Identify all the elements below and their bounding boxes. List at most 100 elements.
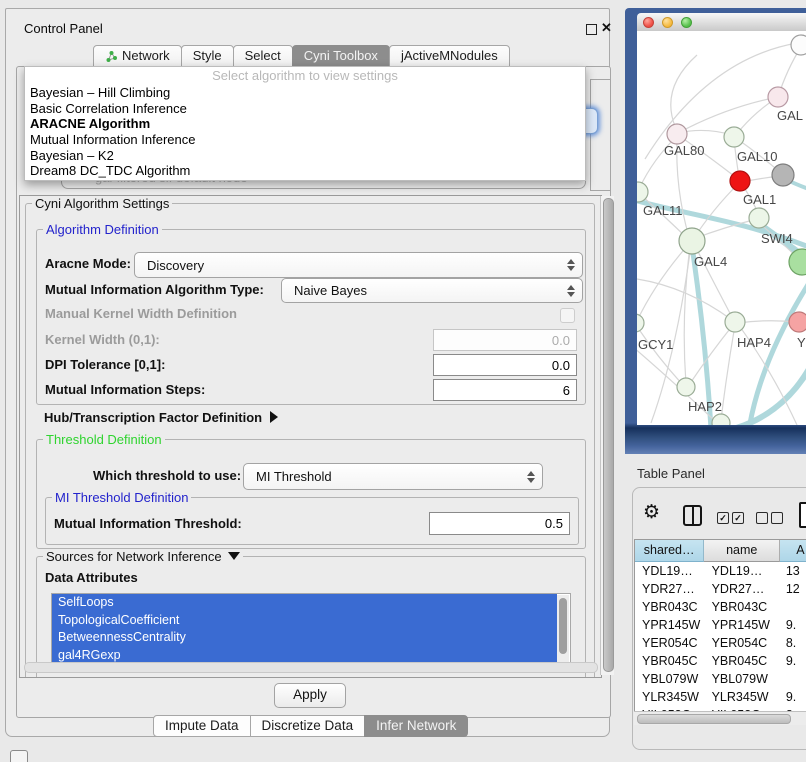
- attribute-item[interactable]: TopologicalCoefficient: [52, 612, 557, 630]
- tab-select[interactable]: Select: [233, 45, 293, 67]
- table-row[interactable]: YER054CYER054C8.: [635, 634, 806, 652]
- node-label: GAL: [777, 108, 803, 123]
- network-node-hap2[interactable]: [677, 378, 695, 396]
- algorithm-definition-group: Algorithm Definition Aracne Mode: Discov…: [36, 229, 586, 405]
- attribute-item[interactable]: SelfLoops: [52, 594, 557, 612]
- unchecked-box-icon[interactable]: [756, 512, 768, 524]
- network-node-gal[interactable]: [768, 87, 788, 107]
- bottom-tab-discretize-data[interactable]: Discretize Data: [250, 715, 366, 737]
- algorithm-option[interactable]: Basic Correlation Inference: [25, 101, 585, 117]
- tab-label: Network: [122, 46, 170, 66]
- data-attributes-list[interactable]: SelfLoopsTopologicalCoefficientBetweenne…: [51, 593, 571, 673]
- tab-label: Cyni Toolbox: [304, 46, 378, 66]
- table-cell: YDL19…: [635, 562, 705, 580]
- tab-jactivemnodules[interactable]: jActiveMNodules: [389, 45, 510, 67]
- close-icon[interactable]: ✕: [601, 20, 612, 36]
- threshold-definition-group: Threshold Definition Which threshold to …: [36, 439, 586, 549]
- minimize-traffic-icon[interactable]: [662, 17, 673, 28]
- network-node-gal1[interactable]: [730, 171, 750, 191]
- which-threshold-combo[interactable]: MI Threshold: [243, 463, 543, 490]
- table-row[interactable]: YDR27…YDR27…12: [635, 580, 806, 598]
- column-header[interactable]: A: [780, 540, 806, 562]
- table-row[interactable]: YBR043CYBR043C: [635, 598, 806, 616]
- unchecked-box-icon[interactable]: [771, 512, 783, 524]
- mi-threshold-field[interactable]: [429, 512, 570, 535]
- table-row[interactable]: YLR345WYLR345W9.: [635, 688, 806, 706]
- node-label: SWI4: [761, 231, 793, 246]
- table-cell: 8.: [781, 634, 806, 652]
- table-cell: 9.: [781, 688, 806, 706]
- dpi-tolerance-label: DPI Tolerance [0,1]:: [45, 354, 165, 376]
- checked-box-icon[interactable]: ✓: [717, 512, 729, 524]
- bottom-tab-infer-network[interactable]: Infer Network: [364, 715, 468, 737]
- manual-kernel-checkbox[interactable]: [560, 308, 575, 323]
- column-header[interactable]: name: [704, 540, 780, 562]
- network-node[interactable]: [772, 164, 794, 186]
- mi-type-combo[interactable]: Naive Bayes: [281, 278, 583, 303]
- network-node-swi4[interactable]: [749, 208, 769, 228]
- columns-icon[interactable]: [683, 505, 702, 526]
- tab-style[interactable]: Style: [181, 45, 234, 67]
- algorithm-option[interactable]: Dream8 DC_TDC Algorithm: [25, 163, 585, 179]
- mi-steps-field[interactable]: [433, 379, 577, 401]
- hidden-groupbox-fragment: [590, 79, 611, 191]
- tab-label: Select: [245, 46, 281, 66]
- network-node[interactable]: [789, 249, 806, 275]
- horizontal-scrollbar[interactable]: [24, 662, 598, 673]
- algorithm-option[interactable]: Bayesian – Hill Climbing: [25, 85, 585, 101]
- attribute-item[interactable]: BetweennessCentrality: [52, 629, 557, 647]
- network-window-titlebar[interactable]: [637, 13, 806, 32]
- network-node[interactable]: [712, 414, 730, 425]
- network-node-gal80[interactable]: [667, 124, 687, 144]
- network-node[interactable]: [791, 35, 806, 55]
- table-row[interactable]: YBR045CYBR045C9.: [635, 652, 806, 670]
- table-header-row: shared…nameA: [635, 540, 806, 562]
- table-panel: ⚙ ✓ ✓ shared…nameA YDL19…YDL19…13YDR27…Y…: [632, 487, 806, 750]
- node-label: Y: [797, 335, 806, 350]
- hub-definition-toggle[interactable]: Hub/Transcription Factor Definition: [44, 410, 278, 425]
- dpi-tolerance-field[interactable]: [433, 354, 577, 376]
- tab-network[interactable]: Network: [93, 45, 182, 67]
- gear-icon[interactable]: ⚙: [643, 501, 660, 523]
- network-node-y[interactable]: [789, 312, 806, 332]
- network-view-window[interactable]: GALGAL80GAL10GAL1GAL11SWI4GAL4GCY1HAP4YH…: [625, 8, 806, 454]
- sources-title: Sources for Network Inference: [46, 549, 222, 564]
- close-traffic-icon[interactable]: [643, 17, 654, 28]
- list-scrollbar[interactable]: [557, 595, 569, 669]
- stepper-icon: [526, 471, 535, 483]
- network-node-gcy1[interactable]: [637, 314, 644, 332]
- apply-button[interactable]: Apply: [274, 683, 346, 708]
- kernel-width-field[interactable]: [433, 329, 577, 351]
- algorithm-option[interactable]: ARACNE Algorithm: [25, 116, 585, 132]
- zoom-traffic-icon[interactable]: [681, 17, 692, 28]
- network-node-gal11[interactable]: [637, 182, 648, 202]
- page-icon[interactable]: [799, 502, 806, 528]
- column-header[interactable]: shared…: [635, 540, 704, 562]
- aracne-mode-combo[interactable]: Discovery: [134, 252, 583, 278]
- which-threshold-label: Which threshold to use:: [93, 463, 241, 489]
- table-horizontal-scrollbar[interactable]: [634, 711, 806, 725]
- tab-cyni-toolbox[interactable]: Cyni Toolbox: [292, 45, 390, 67]
- checked-box-icon[interactable]: ✓: [732, 512, 744, 524]
- float-window-icon[interactable]: [586, 24, 597, 35]
- settings-scrollbar[interactable]: [600, 196, 614, 675]
- table-cell: 9.: [781, 616, 806, 634]
- table-panel-title: Table Panel: [637, 466, 705, 481]
- table-cell: 13: [781, 562, 806, 580]
- table-row[interactable]: YPR145WYPR145W9.: [635, 616, 806, 634]
- network-canvas[interactable]: GALGAL80GAL10GAL1GAL11SWI4GAL4GCY1HAP4YH…: [637, 31, 806, 425]
- table-cell: YBR043C: [635, 598, 705, 616]
- network-node-hap4[interactable]: [725, 312, 745, 332]
- algorithm-option[interactable]: Mutual Information Inference: [25, 132, 585, 148]
- network-node-gal4[interactable]: [679, 228, 705, 254]
- algorithm-option[interactable]: Bayesian – K2: [25, 148, 585, 164]
- aracne-mode-value: Discovery: [135, 258, 566, 273]
- bottom-tab-impute-data[interactable]: Impute Data: [153, 715, 251, 737]
- network-node-gal10[interactable]: [724, 127, 744, 147]
- network-icon: [105, 50, 118, 63]
- panel-dock-icon[interactable]: [10, 750, 28, 762]
- node-label: HAP4: [737, 335, 771, 350]
- table-row[interactable]: YDL19…YDL19…13: [635, 562, 806, 580]
- sources-toggle[interactable]: Sources for Network Inference: [43, 549, 243, 564]
- table-row[interactable]: YBL079WYBL079W: [635, 670, 806, 688]
